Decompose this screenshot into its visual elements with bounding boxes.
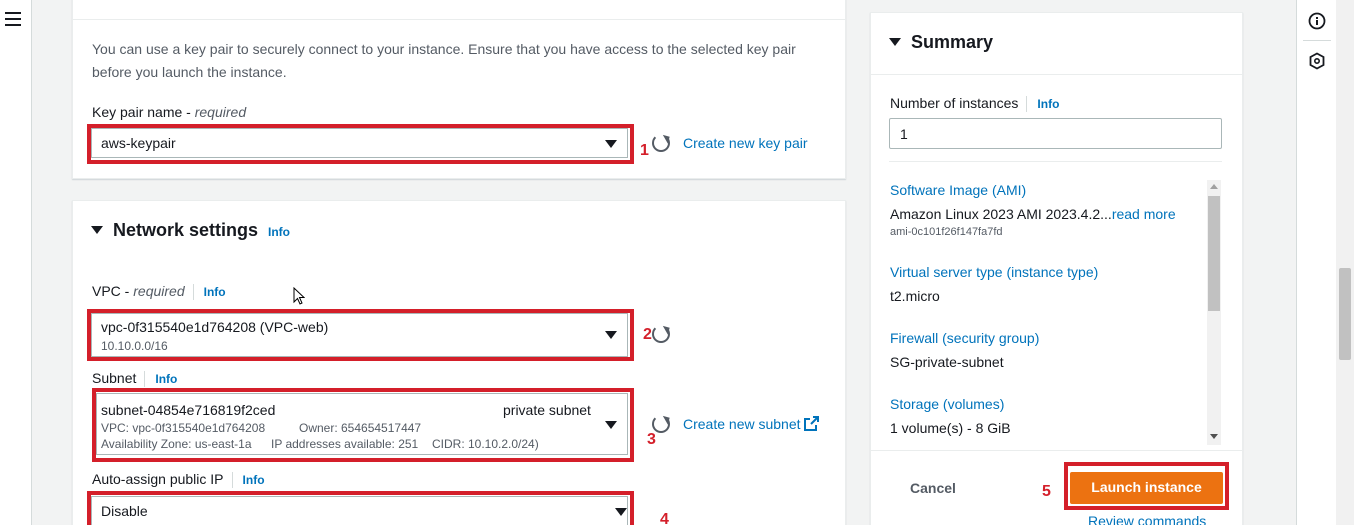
external-link-icon[interactable] [804, 416, 819, 431]
page-scroll-thumb[interactable] [1339, 268, 1351, 360]
annotation-number-5: 5 [1042, 483, 1051, 500]
firewall-key[interactable]: Firewall (security group) [890, 330, 1039, 346]
instances-input[interactable]: 1 [889, 118, 1222, 149]
divider [889, 161, 1222, 162]
summary-title: Summary [911, 32, 994, 52]
right-utility-rail [1296, 0, 1336, 525]
page-scrollbar[interactable] [1336, 0, 1354, 525]
storage-value: 1 volume(s) - 8 GiB [890, 420, 1011, 436]
instances-label: Number of instances Info [890, 95, 1059, 113]
ami-id: ami-0c101f26f147fa7fd [890, 226, 1003, 238]
public-ip-info-link[interactable]: Info [243, 473, 265, 487]
refresh-icon[interactable] [652, 415, 670, 433]
subnet-info-link[interactable]: Info [155, 372, 177, 386]
public-ip-label-text: Auto-assign public IP [92, 471, 224, 487]
annotation-box-2 [87, 309, 634, 361]
annotation-number-3: 3 [647, 431, 656, 448]
annotation-box-5 [1064, 462, 1229, 510]
collapse-caret-icon[interactable] [91, 226, 103, 234]
ami-value-text: Amazon Linux 2023 AMI 2023.4.2... [890, 206, 1112, 222]
key-pair-label: Key pair name - required [92, 104, 247, 120]
subnet-label-text: Subnet [92, 370, 137, 386]
divider [1303, 40, 1331, 41]
settings-hex-icon[interactable] [1308, 52, 1326, 70]
scroll-down-icon[interactable] [1210, 434, 1218, 439]
annotation-number-1: 1 [640, 142, 649, 159]
annotation-box-4 [87, 491, 634, 525]
separator [231, 472, 233, 489]
storage-key[interactable]: Storage (volumes) [890, 396, 1004, 412]
annotation-number-2: 2 [643, 326, 652, 343]
create-key-pair-link[interactable]: Create new key pair [683, 135, 808, 151]
ami-key[interactable]: Software Image (AMI) [890, 182, 1026, 198]
review-commands-link[interactable]: Review commands [1088, 513, 1206, 525]
divider [72, 19, 846, 20]
separator [144, 371, 146, 388]
required-text: required [133, 283, 185, 299]
annotation-box-3 [92, 388, 634, 462]
divider [870, 450, 1243, 451]
required-text: required [194, 104, 247, 120]
divider [870, 74, 1243, 75]
info-circle-icon[interactable] [1308, 12, 1326, 30]
public-ip-label: Auto-assign public IP Info [92, 471, 265, 489]
refresh-icon[interactable] [652, 134, 670, 152]
scroll-up-icon[interactable] [1210, 184, 1218, 189]
annotation-box-1 [87, 124, 634, 164]
create-subnet-link[interactable]: Create new subnet [683, 416, 801, 432]
ami-value: Amazon Linux 2023 AMI 2023.4.2...read mo… [890, 206, 1176, 222]
vpc-label: VPC - required Info [92, 283, 226, 301]
instance-type-value: t2.micro [890, 288, 940, 304]
key-pair-label-text: Key pair name [92, 104, 183, 120]
vpc-label-text: VPC [92, 283, 121, 299]
summary-details: Software Image (AMI) Amazon Linux 2023 A… [889, 180, 1207, 445]
menu-icon[interactable] [5, 12, 21, 26]
network-info-link[interactable]: Info [268, 225, 290, 239]
scroll-thumb[interactable] [1208, 196, 1220, 311]
key-pair-description: You can use a key pair to securely conne… [92, 41, 796, 80]
collapse-caret-icon[interactable] [889, 38, 901, 46]
vpc-info-link[interactable]: Info [204, 285, 226, 299]
ami-read-more-link[interactable]: read more [1112, 206, 1176, 222]
instances-value: 1 [900, 126, 908, 142]
instances-info-link[interactable]: Info [1037, 97, 1059, 111]
separator [1026, 96, 1028, 113]
left-nav [0, 0, 32, 525]
subnet-label: Subnet Info [92, 370, 177, 388]
separator [192, 284, 194, 301]
mouse-cursor-icon [293, 287, 305, 305]
refresh-icon[interactable] [652, 325, 670, 343]
cancel-button[interactable]: Cancel [910, 480, 956, 496]
network-settings-title: Network settings [113, 220, 259, 240]
annotation-number-4: 4 [660, 511, 669, 525]
instance-type-key[interactable]: Virtual server type (instance type) [890, 264, 1098, 280]
summary-scrollbar[interactable] [1207, 180, 1221, 445]
firewall-value: SG-private-subnet [890, 354, 1004, 370]
instances-label-text: Number of instances [890, 95, 1019, 111]
